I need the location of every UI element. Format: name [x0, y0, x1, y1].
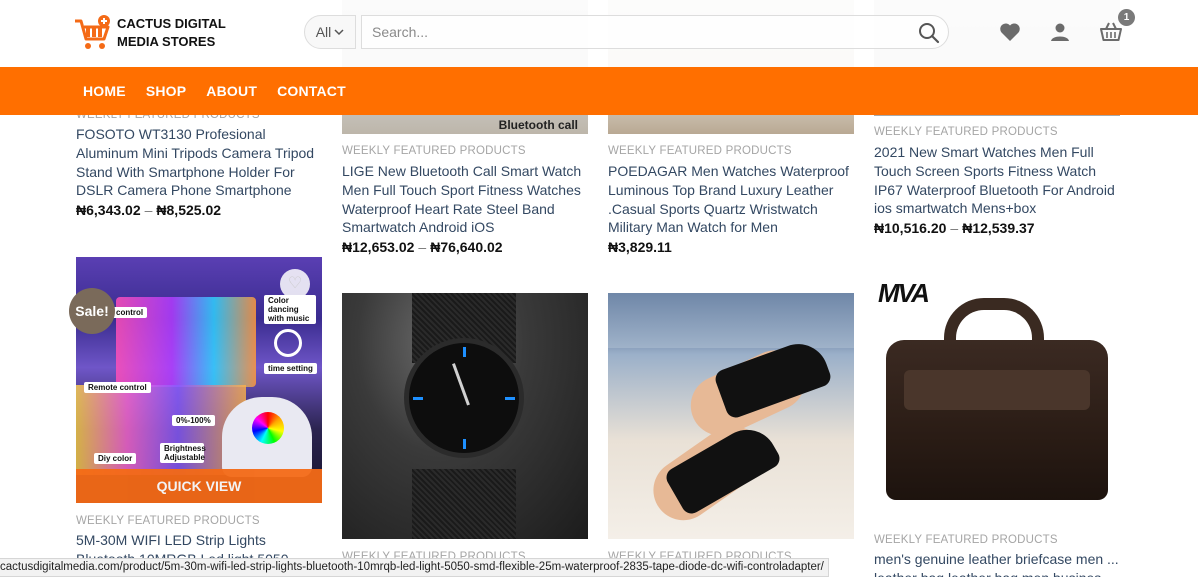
- hour-marker: [413, 397, 423, 400]
- bag-flap: [904, 370, 1090, 410]
- wishlist-heart-icon[interactable]: [998, 20, 1022, 44]
- nav-contact[interactable]: CONTACT: [277, 83, 346, 99]
- product-category[interactable]: WEEKLY FEATURED PRODUCTS: [76, 515, 260, 527]
- product-image[interactable]: ♡ control Color dancing with music time …: [76, 257, 322, 503]
- image-tag: Brightness Adjustable: [160, 443, 206, 463]
- category-select[interactable]: All: [304, 15, 356, 49]
- cart-logo-icon[interactable]: [73, 13, 113, 53]
- product-image[interactable]: [342, 293, 588, 539]
- brand-logo: MVA: [878, 278, 930, 308]
- hour-marker: [463, 439, 466, 449]
- quick-view-button[interactable]: QUICK VIEW: [76, 469, 322, 503]
- chevron-down-icon: [334, 29, 344, 36]
- search-input[interactable]: [361, 15, 949, 49]
- watch-face: [404, 338, 524, 458]
- watch-band-bottom: [412, 469, 516, 539]
- search-icon[interactable]: [916, 20, 942, 46]
- product-image[interactable]: [608, 293, 854, 539]
- nav-about[interactable]: ABOUT: [206, 83, 257, 99]
- product-title[interactable]: men's genuine leather briefcase men ... …: [874, 550, 1124, 577]
- image-tag: Diy color: [94, 453, 137, 464]
- store-name-line1: CACTUS DIGITAL: [117, 16, 226, 31]
- briefcase-illustration: [886, 340, 1108, 500]
- browser-status-bar: cactusdigitalmedia.com/product/5m-30m-wi…: [0, 558, 829, 577]
- store-name-line2: MEDIA STORES: [117, 34, 216, 49]
- store-name[interactable]: CACTUS DIGITAL MEDIA STORES: [117, 15, 226, 51]
- hour-marker: [463, 347, 466, 357]
- category-select-label: All: [315, 24, 332, 40]
- image-tag: Remote control: [84, 382, 151, 393]
- nav-shop[interactable]: SHOP: [146, 83, 186, 99]
- product-image[interactable]: MVA: [874, 270, 1120, 516]
- product-category[interactable]: WEEKLY FEATURED PRODUCTS: [874, 534, 1058, 546]
- account-user-icon[interactable]: [1048, 20, 1072, 44]
- jeans-illustration: [608, 293, 854, 348]
- cart-count-badge: 1: [1118, 9, 1135, 26]
- image-tag: Color dancing with music: [264, 295, 316, 324]
- clock-icon: [274, 329, 302, 357]
- shopping-basket-icon[interactable]: [1099, 20, 1123, 44]
- page: WEEKLY FEATURED PRODUCTS FOSOTO WT3130 P…: [0, 0, 1198, 577]
- image-tag: 0%-100%: [172, 415, 215, 426]
- site-header: CACTUS DIGITAL MEDIA STORES All 1: [0, 0, 1198, 67]
- image-tag: time setting: [264, 363, 317, 374]
- phone-app-illustration: [222, 397, 312, 477]
- hour-marker: [505, 397, 515, 400]
- sale-badge: Sale!: [69, 288, 115, 334]
- main-nav: HOME SHOP ABOUT CONTACT: [0, 67, 1198, 115]
- image-tag: control: [112, 307, 148, 318]
- nav-home[interactable]: HOME: [83, 83, 126, 99]
- watch-hand: [452, 363, 470, 406]
